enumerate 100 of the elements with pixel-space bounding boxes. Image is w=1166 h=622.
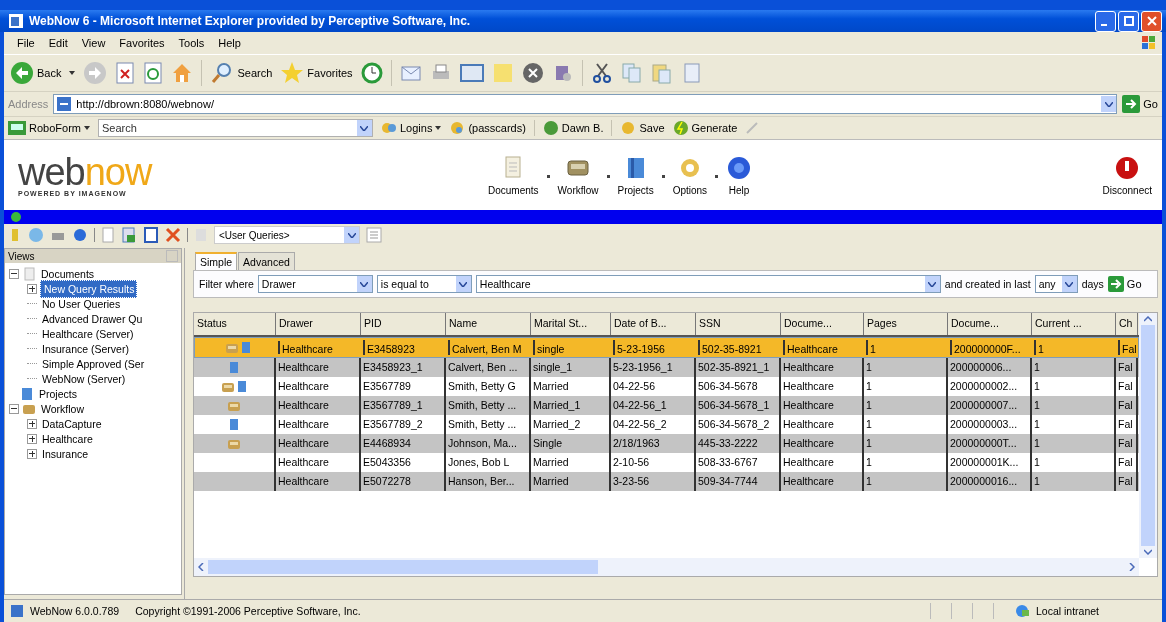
back-button[interactable]: Back	[10, 61, 62, 85]
value-dropdown[interactable]: Healthcare	[475, 275, 941, 293]
document-icon[interactable]	[121, 227, 137, 243]
delete-icon[interactable]	[165, 227, 181, 243]
user-button[interactable]: Dawn B.	[542, 120, 604, 136]
table-row[interactable]: Healthcare E3458923_1 Calvert, Ben ... single_1 5-23-1956_1 502-35-8921_1 Healthcare 1 200000006... 1 Fal	[194, 358, 1139, 377]
tree-item[interactable]: Healthcare	[40, 432, 95, 445]
passcards-button[interactable]: (passcards)	[449, 120, 526, 136]
expand-toggle[interactable]	[27, 283, 37, 294]
favorites-button[interactable]: Favorites	[280, 61, 353, 85]
menu-item[interactable]: Help	[211, 37, 248, 49]
tree-item[interactable]: Advanced Drawer Qu	[40, 312, 145, 325]
table-cell: 2000000016...	[948, 472, 1032, 491]
maximize-button[interactable]	[1118, 10, 1139, 32]
tree-item[interactable]: New Query Results	[40, 279, 138, 298]
menu-item[interactable]: Edit	[41, 37, 75, 49]
dropdown-arrow-icon[interactable]	[69, 71, 76, 75]
table-cell: 200000000F...	[952, 340, 1036, 355]
collapse-toggle[interactable]	[9, 403, 19, 414]
column-header[interactable]: PID	[361, 313, 446, 335]
column-header[interactable]: Date of B...	[611, 313, 696, 335]
refresh-icon[interactable]	[143, 62, 164, 84]
table-row[interactable]: Healthcare E3458923 Calvert, Ben M single 5-23-1956 502-35-8921 Healthcare 1 200000000F... 1 Fal	[194, 337, 1139, 358]
table-row[interactable]: Healthcare E5072278 Hanson, Ber... Married 3-23-56 509-34-7744 Healthcare 1 2000000016... 1 Fal	[194, 472, 1139, 491]
table-cell: 5-23-1956	[615, 340, 700, 355]
collapse-toggle[interactable]	[9, 268, 19, 279]
tree-item[interactable]: No User Queries	[40, 297, 123, 310]
column-header[interactable]: Name	[446, 313, 531, 335]
field-dropdown[interactable]: Drawer	[257, 275, 373, 293]
nav-button[interactable]: Projects	[617, 154, 654, 196]
menu-item[interactable]: Favorites	[112, 37, 172, 49]
nav-button[interactable]: Documents	[488, 154, 539, 196]
column-header[interactable]: Marital St...	[531, 313, 611, 335]
menu-item[interactable]: View	[74, 37, 113, 49]
expand-toggle[interactable]	[27, 433, 37, 444]
table-cell: Healthcare	[785, 340, 868, 355]
column-header[interactable]: Docume...	[948, 313, 1032, 335]
expand-toggle[interactable]	[27, 448, 37, 459]
tab[interactable]: Advanced	[238, 252, 295, 270]
column-header[interactable]: Current ...	[1032, 313, 1116, 335]
minimize-button[interactable]	[1095, 10, 1116, 32]
horizontal-scrollbar[interactable]	[194, 558, 1139, 576]
vertical-scrollbar[interactable]	[1139, 313, 1157, 558]
cut-icon[interactable]	[590, 62, 613, 84]
tree-item[interactable]: Healthcare (Server)	[40, 327, 136, 340]
menu-item[interactable]: File	[10, 37, 42, 49]
column-header[interactable]: Docume...	[781, 313, 864, 335]
status-orb-icon	[10, 211, 22, 223]
disconnect-button[interactable]: Disconnect	[1102, 154, 1152, 196]
nav-button[interactable]: Options	[672, 154, 708, 196]
info-icon[interactable]	[72, 227, 88, 243]
logins-button[interactable]: Logins	[380, 120, 442, 136]
tree-item[interactable]: Simple Approved (Ser	[40, 357, 147, 370]
nav-button[interactable]: Workflow	[557, 154, 599, 196]
expand-toggle[interactable]	[27, 418, 37, 429]
tab[interactable]: Simple	[195, 252, 238, 270]
menu-item[interactable]: Tools	[171, 37, 212, 49]
copyright-text: Copyright ©1991-2006 Perceptive Software, Inc.	[135, 605, 361, 617]
tree-item[interactable]: Insurance (Server)	[40, 342, 131, 355]
column-header[interactable]: Status	[194, 313, 276, 335]
tree-item[interactable]: Projects	[37, 387, 79, 400]
column-header[interactable]: Pages	[864, 313, 948, 335]
table-cell: Married	[531, 472, 611, 491]
tree-item[interactable]: Insurance	[40, 447, 91, 460]
table-cell: Healthcare	[280, 340, 365, 355]
address-label: Address	[8, 98, 49, 110]
column-header[interactable]: Drawer	[276, 313, 361, 335]
operator-dropdown[interactable]: is equal to	[376, 275, 472, 293]
save-button[interactable]: Save	[620, 120, 665, 136]
table-cell: single	[535, 340, 615, 355]
roboform-icon	[8, 121, 26, 135]
created-label: and created in last	[944, 278, 1031, 290]
home-icon[interactable]	[171, 62, 194, 84]
table-cell: Calvert, Ben M	[450, 340, 535, 355]
period-dropdown[interactable]: any	[1034, 275, 1078, 293]
arrow-icon	[1107, 276, 1124, 292]
tree-item[interactable]: DataCapture	[40, 417, 104, 430]
window-icon[interactable]	[459, 62, 484, 84]
go-button[interactable]: Go	[1122, 95, 1158, 113]
address-field[interactable]: http://dbrown:8080/webnow/	[53, 94, 1118, 114]
tree-item[interactable]: Documents	[39, 267, 97, 280]
search-button[interactable]: Search	[210, 61, 273, 85]
column-header[interactable]: Ch	[1116, 313, 1138, 335]
x-circle-icon[interactable]	[521, 62, 544, 84]
table-cell: 1	[864, 472, 948, 491]
tree-item[interactable]: Workflow	[39, 402, 86, 415]
frame-icon[interactable]	[143, 227, 159, 243]
go-button[interactable]: Go	[1107, 276, 1142, 292]
table-row[interactable]: Healthcare E3567789_1 Smith, Betty ... Married_1 04-22-56_1 506-34-5678_1 Healthcare 1 2000000007... 1 Fal	[194, 396, 1139, 415]
stop-icon[interactable]	[115, 62, 136, 84]
column-header[interactable]: SSN	[696, 313, 781, 335]
tree-item[interactable]: WebNow (Server)	[40, 372, 128, 385]
table-row[interactable]: Healthcare E4468934 Johnson, Ma... Single 2/18/1963 445-33-2222 Healthcare 1 200000000T... 1 Fal	[194, 434, 1139, 453]
generate-button[interactable]: Generate	[672, 120, 738, 136]
history-icon[interactable]	[360, 62, 383, 84]
nav-button[interactable]: Help	[726, 154, 753, 196]
search-field[interactable]: Search	[97, 119, 373, 137]
query-dropdown[interactable]: <User Queries>	[214, 226, 360, 244]
roboform-button[interactable]: RoboForm	[8, 121, 90, 135]
close-button[interactable]	[1141, 10, 1162, 32]
